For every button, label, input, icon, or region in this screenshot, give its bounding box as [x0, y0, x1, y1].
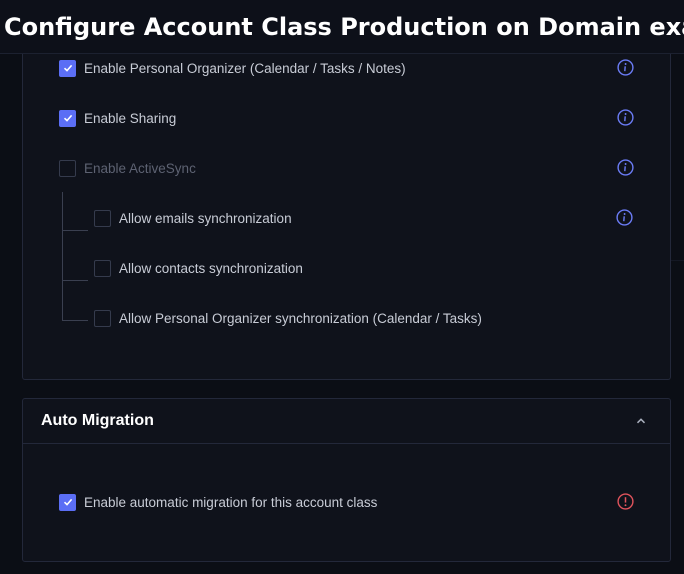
auto-migration-title: Auto Migration [41, 412, 154, 429]
dialog-title: Configure Account Class Production on Do… [4, 12, 684, 41]
sharing-label: Enable Sharing [84, 110, 177, 126]
check-icon [63, 498, 72, 506]
contacts-sync-label: Allow contacts synchronization [119, 260, 303, 276]
activesync-label: Enable ActiveSync [84, 160, 196, 176]
tree-connector [62, 230, 88, 231]
tree-connector [62, 192, 63, 320]
organizer-sync-checkbox[interactable] [94, 309, 111, 327]
option-personal-organizer[interactable]: Enable Personal Organizer (Calendar / Ta… [59, 58, 406, 78]
option-emails-sync[interactable]: Allow emails synchronization [94, 208, 292, 228]
option-contacts-sync[interactable]: Allow contacts synchronization [94, 258, 303, 278]
info-icon[interactable] [617, 159, 634, 176]
auto-migration-checkbox[interactable] [59, 493, 76, 511]
option-organizer-sync[interactable]: Allow Personal Organizer synchronization… [94, 308, 482, 328]
warning-info-icon[interactable] [617, 493, 634, 510]
option-auto-migration[interactable]: Enable automatic migration for this acco… [59, 492, 377, 512]
option-sharing[interactable]: Enable Sharing [59, 108, 176, 128]
sharing-checkbox[interactable] [59, 109, 76, 127]
info-icon[interactable] [617, 109, 634, 126]
emails-sync-checkbox[interactable] [94, 209, 111, 227]
personal-organizer-label: Enable Personal Organizer (Calendar / Ta… [84, 60, 406, 76]
organizer-sync-label: Allow Personal Organizer synchronization… [119, 310, 482, 326]
auto-migration-panel: Auto Migration Enable automatic migratio… [22, 398, 671, 562]
chevron-up-icon[interactable] [634, 414, 648, 428]
dialog-title-bar: Configure Account Class Production on Do… [0, 0, 684, 54]
option-activesync[interactable]: Enable ActiveSync [59, 158, 196, 178]
tree-connector [62, 280, 88, 281]
auto-migration-label: Enable automatic migration for this acco… [84, 494, 378, 510]
contacts-sync-checkbox[interactable] [94, 259, 111, 277]
emails-sync-label: Allow emails synchronization [119, 210, 292, 226]
check-icon [63, 114, 72, 122]
background-divider [671, 260, 684, 261]
activesync-checkbox[interactable] [59, 159, 76, 177]
info-icon[interactable] [616, 209, 633, 226]
check-icon [63, 64, 72, 72]
info-icon[interactable] [617, 59, 634, 76]
auto-migration-header[interactable]: Auto Migration [23, 399, 670, 444]
personal-organizer-checkbox[interactable] [59, 59, 76, 77]
tree-connector [62, 320, 88, 321]
